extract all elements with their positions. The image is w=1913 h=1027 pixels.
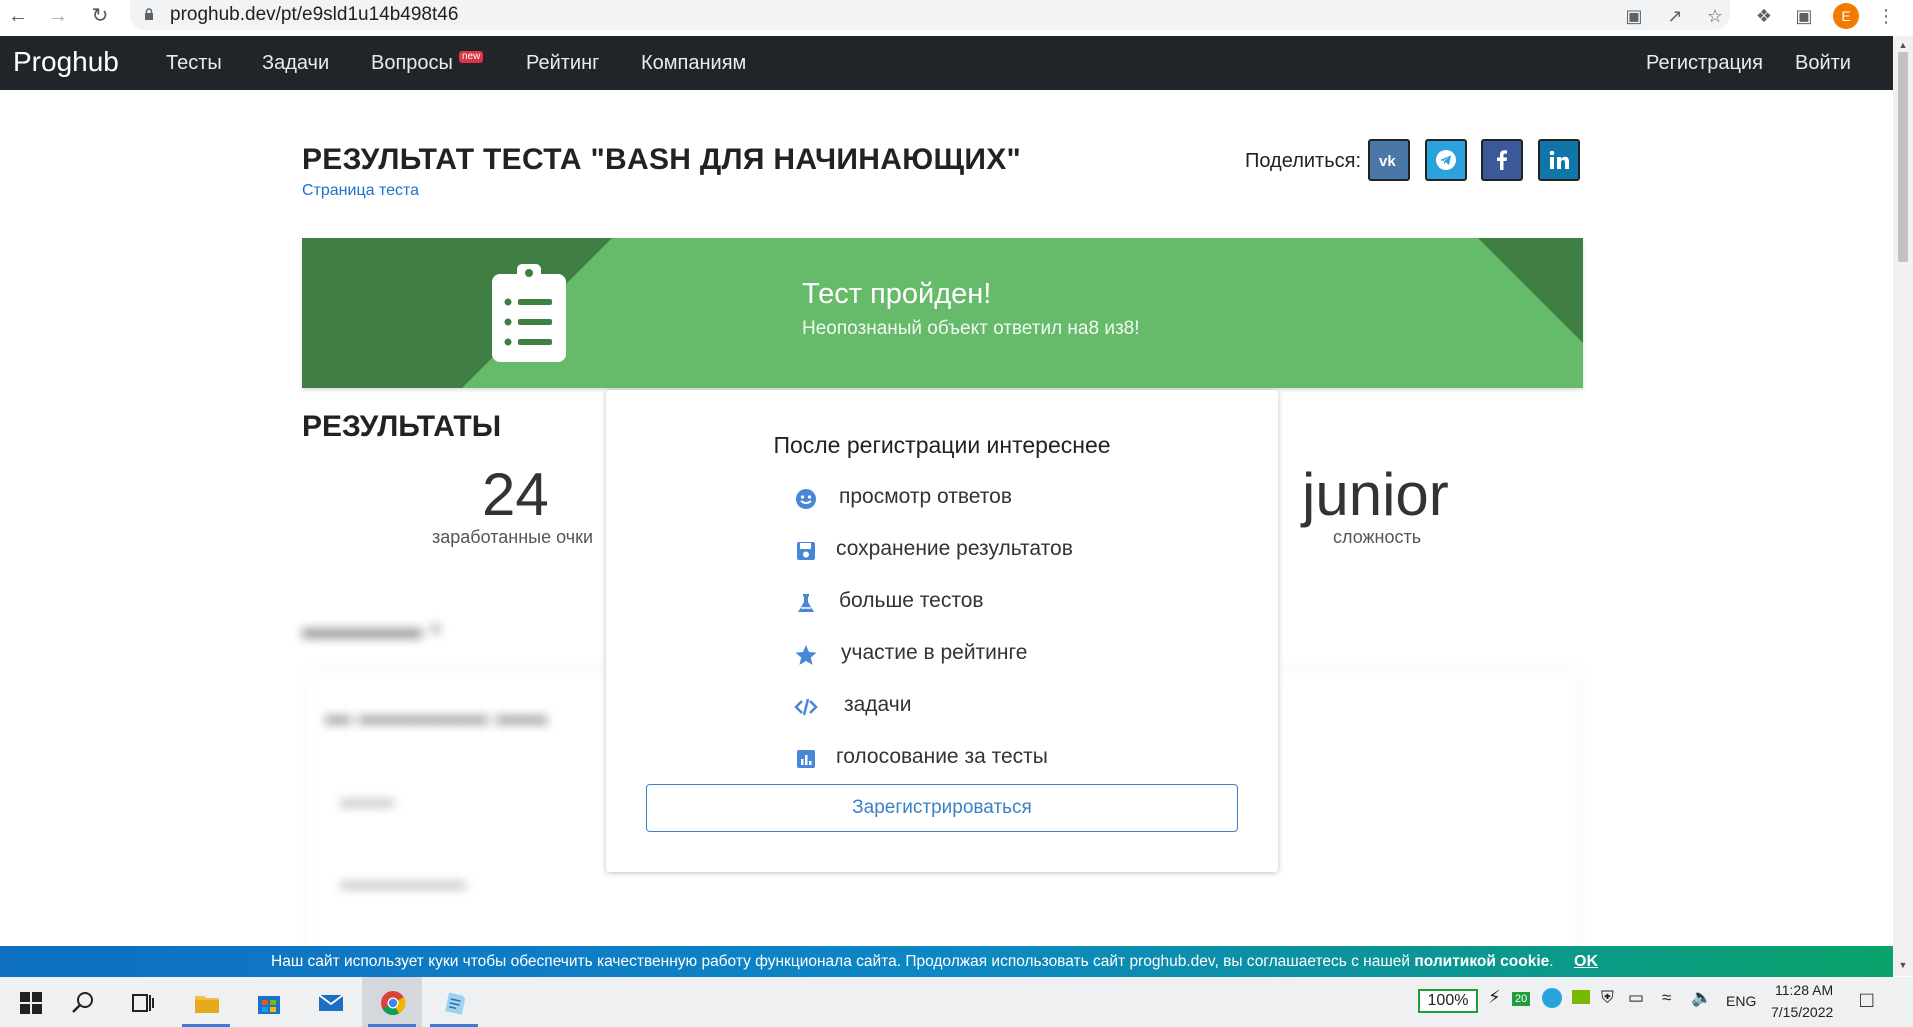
windows-taskbar: 100% ⚡ 20 ⛨ ▭ ≈ 🔈 ENG 11:28 AM 7/15/2022… (0, 977, 1913, 1027)
star-icon (795, 645, 817, 665)
task-view-button[interactable] (112, 977, 172, 1027)
answers-section-blurred: ▬▬▬▬ ▪ (302, 612, 441, 645)
poll-chart-icon (797, 750, 815, 768)
notepad-icon (445, 992, 466, 1015)
nav-tests[interactable]: Тесты (166, 52, 222, 75)
vk-icon: vk (1379, 153, 1396, 170)
new-badge: new (459, 51, 484, 63)
task-view-icon (132, 994, 154, 1012)
battery-percentage[interactable]: 100% (1418, 989, 1478, 1013)
share-linkedin-button[interactable] (1538, 139, 1580, 181)
banner-title: Тест пройден! (802, 278, 992, 310)
telegram-tray-icon[interactable] (1542, 988, 1562, 1008)
forward-icon[interactable]: → (46, 4, 70, 28)
banner-subtitle: Неопознаный объект ответил на8 из8! (802, 318, 1140, 339)
search-icon (72, 992, 93, 1013)
extensions-icon[interactable]: ❖ (1753, 5, 1775, 27)
nav-companies[interactable]: Компаниям (641, 52, 746, 75)
telegram-icon (1436, 150, 1456, 170)
nav-rating[interactable]: Рейтинг (526, 52, 599, 75)
banner-shape-right (1478, 238, 1583, 343)
answer-option-blurred: ▬▬▬▬▬▬▬ (340, 872, 466, 892)
mail-icon (318, 994, 344, 1011)
windows-logo-icon (20, 992, 42, 1014)
level-label: сложность (1333, 527, 1422, 547)
facebook-icon (1497, 150, 1507, 170)
store-button[interactable] (238, 977, 298, 1027)
security-shield-icon[interactable]: ⛨ (1601, 988, 1614, 1008)
clipboard-icon (492, 264, 566, 362)
clock-time[interactable]: 11:28 AM (1775, 982, 1833, 998)
nav-questions[interactable]: Вопросы (371, 52, 453, 75)
store-icon (258, 996, 280, 1014)
side-panel-icon[interactable]: ▣ (1793, 5, 1815, 27)
page-title: РЕЗУЛЬТАТ ТЕСТА "BASH ДЛЯ НАЧИНАЮЩИХ" (302, 143, 1022, 176)
score-value: 24 (482, 461, 549, 528)
site-navbar: Proghub Тесты Задачи Вопросы new Рейтинг… (0, 36, 1893, 90)
clock-date[interactable]: 7/15/2022 (1771, 1004, 1833, 1020)
register-button[interactable]: Зарегистрироваться (646, 784, 1238, 832)
chrome-taskbar-button[interactable] (362, 977, 422, 1027)
lock-icon (145, 8, 153, 20)
level-value: junior (1302, 461, 1449, 528)
battery-icon[interactable]: ▭ (1628, 988, 1644, 1008)
profile-avatar[interactable]: E (1833, 3, 1859, 29)
code-icon (794, 698, 818, 716)
cookie-text: Наш сайт использует куки чтобы обеспечит… (271, 953, 1554, 970)
answer-option-blurred: ▬▬▬ (340, 790, 394, 810)
scroll-up-icon[interactable]: ▲ (1897, 40, 1909, 52)
translate-icon[interactable]: ▣ (1623, 5, 1645, 27)
tray-badge[interactable]: 20 (1512, 992, 1531, 1006)
score-label: заработанные очки (432, 527, 594, 547)
registration-modal: После регистрации интереснее просмотр от… (606, 390, 1278, 872)
back-icon[interactable]: ← (6, 4, 30, 28)
volume-icon[interactable]: 🔈 (1691, 988, 1712, 1008)
notes-app-button[interactable] (424, 977, 484, 1027)
reload-icon[interactable]: ↻ (88, 4, 112, 28)
share-facebook-button[interactable] (1481, 139, 1523, 181)
taskbar-search[interactable] (52, 977, 112, 1027)
url-text: proghub.dev/pt/e9sld1u14b498t46 (170, 4, 459, 25)
nvidia-tray-icon[interactable] (1572, 990, 1590, 1004)
page-scrollbar[interactable]: ▲ ▼ (1893, 36, 1913, 976)
nav-tasks[interactable]: Задачи (262, 52, 329, 75)
cookie-ok-button[interactable]: OK (1574, 946, 1598, 977)
scroll-thumb[interactable] (1898, 52, 1908, 262)
results-title: РЕЗУЛЬТАТЫ (302, 410, 502, 443)
share-telegram-button[interactable] (1425, 139, 1467, 181)
share-label: Поделиться: (1245, 150, 1361, 172)
linkedin-icon (1549, 150, 1569, 169)
chrome-icon (381, 991, 406, 1016)
share-page-icon[interactable]: ↗ (1664, 5, 1686, 27)
result-banner: Тест пройден! Неопознаный объект ответил… (302, 238, 1583, 388)
smile-icon (796, 489, 816, 509)
test-page-link[interactable]: Страница теста (302, 182, 419, 200)
folder-icon (195, 996, 219, 1013)
wifi-icon[interactable]: ≈ (1662, 988, 1671, 1008)
svg-text:vk: vk (1379, 153, 1396, 170)
language-indicator[interactable]: ENG (1726, 993, 1756, 1009)
scroll-down-icon[interactable]: ▼ (1897, 960, 1909, 972)
banner-shape-left (302, 238, 462, 388)
file-explorer-button[interactable] (176, 977, 236, 1027)
browser-toolbar: ← → ↻ proghub.dev/pt/e9sld1u14b498t46 ▣ … (0, 0, 1913, 36)
answer-question-blurred: ▬ ▬▬▬▬▬ ▬▬ (325, 700, 548, 730)
brand-logo[interactable]: Proghub (13, 46, 119, 78)
mail-button[interactable] (300, 977, 360, 1027)
nav-register[interactable]: Регистрация (1646, 52, 1763, 75)
modal-title: После регистрации интереснее (773, 432, 1111, 458)
flask-icon (798, 594, 814, 612)
start-button[interactable] (0, 977, 60, 1027)
share-vk-button[interactable]: vk (1368, 139, 1410, 181)
cookie-banner: Наш сайт использует куки чтобы обеспечит… (0, 946, 1893, 977)
bookmark-star-icon[interactable]: ☆ (1704, 5, 1726, 27)
menu-dots-icon[interactable]: ⋮ (1875, 5, 1897, 27)
power-plug-icon[interactable]: ⚡ (1488, 987, 1501, 1008)
save-icon (797, 542, 815, 560)
cookie-policy-link[interactable]: политикой cookie (1414, 953, 1549, 970)
notifications-icon[interactable]: □ (1860, 987, 1873, 1013)
nav-login[interactable]: Войти (1795, 52, 1851, 75)
address-bar[interactable]: proghub.dev/pt/e9sld1u14b498t46 (130, 0, 1730, 30)
